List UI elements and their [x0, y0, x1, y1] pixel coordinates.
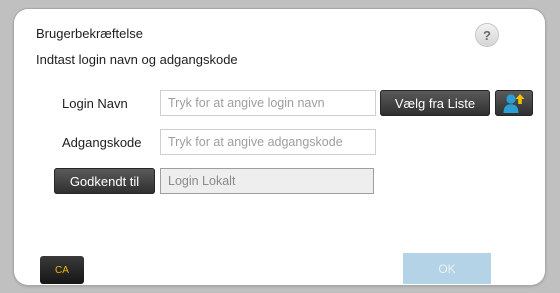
user-authentication-dialog: Brugerbekræftelse Indtast login navn og …: [14, 9, 545, 285]
screen-background: Brugerbekræftelse Indtast login navn og …: [0, 0, 560, 293]
authenticate-to-value: Login Lokalt: [160, 168, 374, 194]
dialog-subtitle: Indtast login navn og adgangskode: [36, 52, 238, 67]
dialog-title: Brugerbekræftelse: [36, 26, 143, 41]
help-button[interactable]: ?: [476, 24, 498, 46]
authenticate-to-button[interactable]: Godkendt til: [54, 168, 155, 194]
user-add-icon: [502, 92, 526, 114]
login-name-label: Login Navn: [62, 96, 128, 111]
login-name-input[interactable]: Tryk for at angive login navn: [160, 90, 376, 116]
ok-button[interactable]: OK: [403, 253, 491, 284]
password-label: Adgangskode: [62, 135, 142, 150]
user-list-button[interactable]: [495, 90, 533, 116]
password-input[interactable]: Tryk for at angive adgangskode: [160, 129, 376, 155]
help-icon: ?: [483, 27, 491, 43]
ca-button[interactable]: CA: [40, 256, 84, 284]
select-from-list-button[interactable]: Vælg fra Liste: [380, 90, 490, 116]
